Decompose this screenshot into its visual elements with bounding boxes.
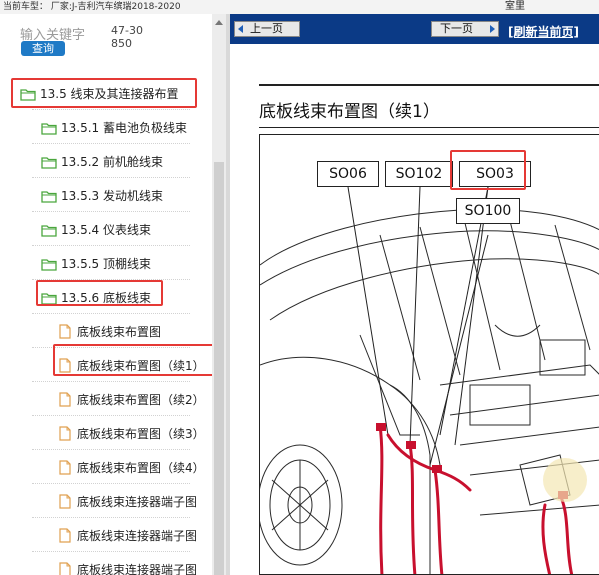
title-rule-bottom [259, 127, 599, 128]
highlight-box-page [53, 344, 212, 376]
tree-item-label: 底板线束布置图（续2） [77, 393, 205, 407]
tree-item[interactable]: 底板线束布置图（续3） [0, 416, 212, 450]
tree-item-label: 底板线束布置图 [77, 325, 162, 339]
tree-item-label: 13.5.4 仪表线束 [61, 223, 151, 237]
vehicle-label: 当前车型： [3, 2, 49, 12]
highlight-box-section [11, 78, 197, 108]
tree-item-label: 底板线束布置图（续3） [77, 427, 205, 441]
tree-item-label: 13.5.5 顶棚线束 [61, 257, 151, 271]
arrow-left-icon [238, 25, 243, 33]
vehicle-bar: 当前车型： 厂家:J-吉利汽车缤瑞2018-2020 室里 [0, 0, 599, 14]
tree-item-label: 底板线束布置图（续4） [77, 461, 205, 475]
document-icon [57, 324, 73, 339]
folder-icon [41, 256, 57, 271]
callout-so102: SO102 [385, 161, 453, 187]
tree-item-label: 底板线束连接器端子图 [77, 495, 198, 509]
document-icon [57, 528, 73, 543]
tree-item[interactable]: 底板线束布置图（续2） [0, 382, 212, 416]
tree-item[interactable]: 13.5.4 仪表线束 [0, 212, 212, 246]
topbar-right-text: 室里 [505, 1, 525, 12]
folder-icon [41, 154, 57, 169]
tree-item[interactable]: 底板线束连接器端子图 [0, 518, 212, 552]
scroll-up-arrow-icon[interactable] [215, 20, 223, 25]
highlight-box-callout [450, 150, 526, 190]
prev-page-button[interactable]: 上一页 [234, 21, 300, 37]
scroll-thumb[interactable] [214, 162, 224, 575]
document-icon [57, 460, 73, 475]
keyword-input[interactable]: 47-30850 [111, 24, 145, 50]
page-navbar: 上一页 下一页 [刷新当前页] [230, 14, 599, 44]
tree-item[interactable]: 底板线束布置图 [0, 314, 212, 348]
folder-icon [41, 120, 57, 135]
document-pane: 上一页 下一页 [刷新当前页] 底板线束布置图（续1） SO06 SO102 S… [230, 14, 599, 575]
callout-so100: SO100 [456, 198, 520, 224]
tree-item[interactable]: 底板线束连接器端子图 [0, 484, 212, 518]
title-rule-top [259, 84, 599, 86]
document-icon [57, 562, 73, 575]
sidebar: 输入关键字 47-30850 查询 13.5 线束及其连接器布置 13.5.1 蓄… [0, 14, 212, 575]
document-icon [57, 392, 73, 407]
tree-item[interactable]: 13.5.2 前机舱线束 [0, 144, 212, 178]
document-icon [57, 426, 73, 441]
tree-item-label: 13.5.1 蓄电池负极线束 [61, 121, 187, 135]
tree-item-label: 底板线束连接器端子图 [77, 529, 198, 543]
tree-item[interactable]: 13.5.5 顶棚线束 [0, 246, 212, 280]
folder-icon [41, 188, 57, 203]
harness-diagram: SO06 SO102 SO03 SO100 [259, 134, 599, 575]
vehicle-value: 厂家:J-吉利汽车缤瑞2018-2020 [50, 2, 181, 12]
tree-item[interactable]: 13.5.3 发动机线束 [0, 178, 212, 212]
document-icon [57, 494, 73, 509]
search-button[interactable]: 查询 [21, 41, 65, 56]
tree-item-label: 13.5.3 发动机线束 [61, 189, 163, 203]
callout-so06: SO06 [317, 161, 379, 187]
tree-item-label: 底板线束连接器端子图 [77, 563, 198, 575]
car-outline-drawing [260, 186, 599, 574]
arrow-right-icon [490, 25, 495, 33]
page-title: 底板线束布置图（续1） [259, 102, 440, 122]
tree-item-label: 13.5.2 前机舱线束 [61, 155, 163, 169]
sidebar-scrollbar[interactable] [212, 14, 226, 575]
search-area: 输入关键字 47-30850 查询 [0, 14, 212, 60]
tree-item[interactable]: 底板线束布置图（续4） [0, 450, 212, 484]
next-page-button[interactable]: 下一页 [431, 21, 499, 37]
tree-item[interactable]: 底板线束连接器端子图 [0, 552, 212, 575]
highlight-box-subsection [36, 280, 163, 306]
tree-item[interactable]: 13.5.1 蓄电池负极线束 [0, 110, 212, 144]
refresh-page-link[interactable]: [刷新当前页] [508, 23, 579, 40]
folder-icon [41, 222, 57, 237]
